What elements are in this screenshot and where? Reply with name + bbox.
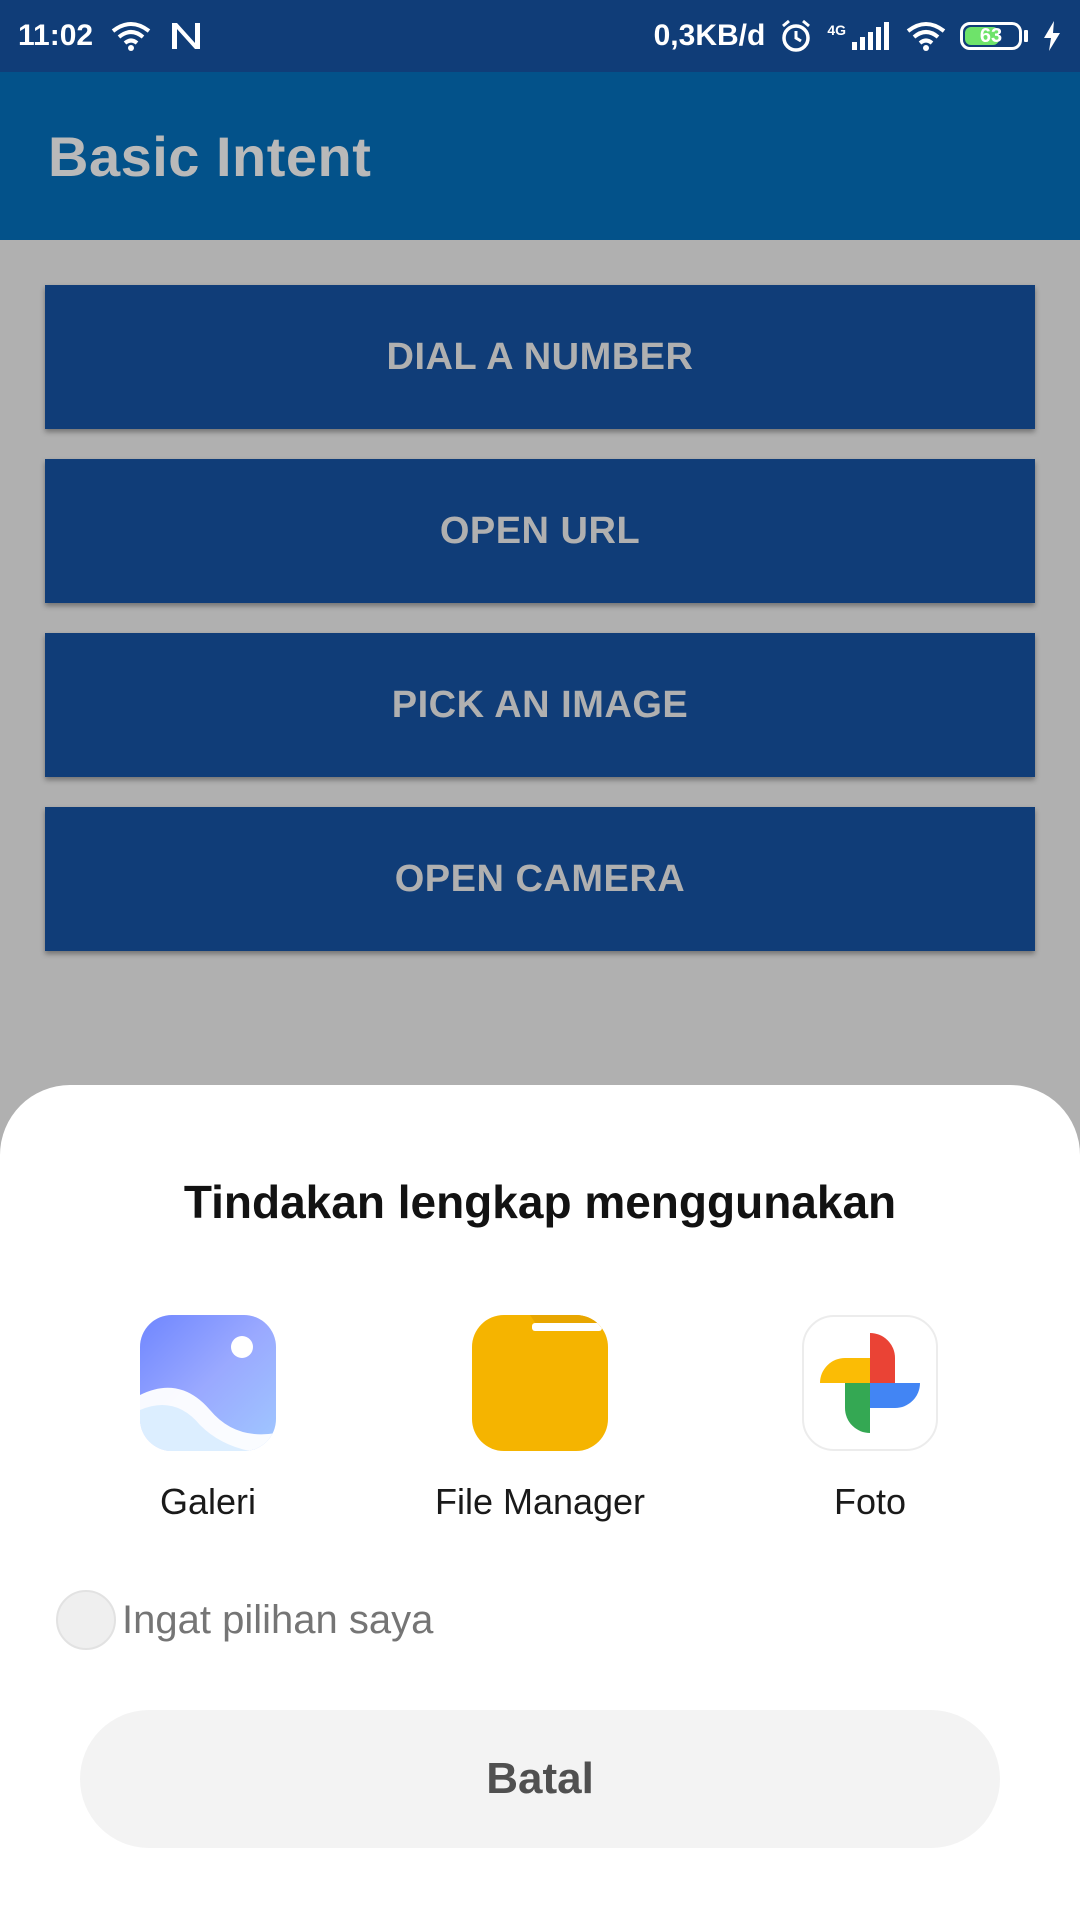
battery-icon: 63: [960, 22, 1028, 50]
app-title: Basic Intent: [48, 124, 372, 188]
app-label-file-manager: File Manager: [434, 1481, 646, 1522]
folder-icon: [472, 1315, 608, 1451]
dial-number-label: DIAL A NUMBER: [386, 335, 694, 378]
status-time: 11:02: [18, 19, 94, 52]
open-url-label: OPEN URL: [439, 509, 641, 552]
app-option-foto[interactable]: Foto: [720, 1315, 1020, 1523]
app-option-file-manager[interactable]: File Manager: [390, 1315, 690, 1523]
wifi-icon: [906, 21, 946, 51]
remember-choice-label: Ingat pilihan saya: [122, 1597, 434, 1642]
network-type: 4G: [827, 22, 846, 38]
google-photos-icon: [802, 1315, 938, 1451]
dial-number-button[interactable]: DIAL A NUMBER: [45, 285, 1035, 429]
charging-icon: [1042, 21, 1062, 51]
chooser-title: Tindakan lengkap menggunakan: [183, 1176, 897, 1228]
app-label-foto: Foto: [833, 1481, 907, 1522]
remember-choice-checkbox[interactable]: [56, 1590, 116, 1650]
open-camera-label: OPEN CAMERA: [394, 857, 686, 900]
remember-choice-row[interactable]: Ingat pilihan saya: [56, 1590, 433, 1650]
status-bar: 11:02 0,3KB/d 4G 63: [0, 0, 1080, 72]
gallery-icon: [140, 1315, 276, 1451]
signal-icon: 4G: [827, 22, 892, 50]
alarm-icon: [779, 19, 813, 53]
cancel-button[interactable]: Batal: [80, 1710, 1000, 1848]
wifi-icon: [111, 21, 151, 51]
pick-image-label: PICK AN IMAGE: [391, 683, 689, 726]
open-camera-button[interactable]: OPEN CAMERA: [45, 807, 1035, 951]
battery-level: 63: [979, 24, 1003, 47]
app-option-galeri[interactable]: Galeri: [58, 1315, 358, 1523]
app-label-galeri: Galeri: [159, 1481, 257, 1522]
data-rate: 0,3KB/d: [653, 19, 766, 52]
app-bar: Basic Intent: [0, 72, 1080, 240]
pick-image-button[interactable]: PICK AN IMAGE: [45, 633, 1035, 777]
notification-n-icon: [169, 21, 203, 51]
app-chooser-sheet: Tindakan lengkap menggunakan Galeri File…: [0, 1085, 1080, 1920]
cancel-label: Batal: [486, 1754, 594, 1803]
open-url-button[interactable]: OPEN URL: [45, 459, 1035, 603]
